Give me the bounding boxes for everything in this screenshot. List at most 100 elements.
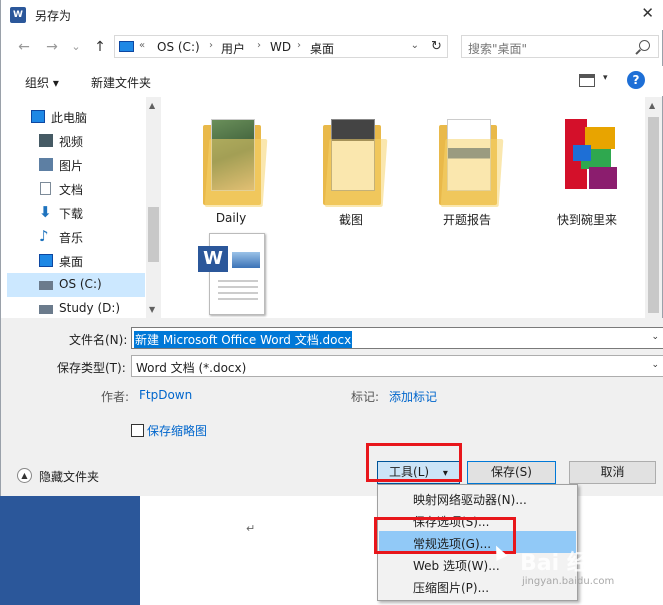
save-as-dialog: W 另存为 ✕ ← → ⌄ ↑ « OS (C:) › 用户 › WD › 桌面… — [0, 0, 663, 496]
filename-field[interactable]: 新建 Microsoft Office Word 文档.docx ⌄ — [131, 327, 663, 349]
nav-item-label: 图片 — [59, 159, 84, 173]
nav-item-music[interactable]: ♪ 音乐 — [7, 225, 145, 249]
up-arrow-icon[interactable]: ↑ — [91, 38, 109, 56]
refresh-icon[interactable]: ↻ — [426, 35, 448, 58]
nav-item-label: 视频 — [59, 135, 84, 149]
address-bar[interactable]: « OS (C:) › 用户 › WD › 桌面 ⌄ — [114, 35, 448, 58]
filename-label: 文件名(N): — [69, 333, 128, 347]
help-icon[interactable]: ? — [627, 71, 645, 89]
scroll-up-arrow-icon[interactable]: ▲ — [649, 101, 655, 110]
file-label: 快到碗里来 — [556, 213, 617, 227]
menu-item-label: Web 选项(W)... — [413, 559, 500, 573]
menu-item-label: 压缩图片(P)... — [413, 581, 490, 595]
back-arrow-icon[interactable]: ← — [15, 38, 33, 56]
folder-front — [324, 139, 388, 207]
chevron-down-icon[interactable]: ⌄ — [651, 360, 659, 370]
forward-arrow-icon[interactable]: → — [43, 38, 61, 56]
breadcrumb-os-c[interactable]: OS (C:) — [157, 40, 200, 54]
organize-button[interactable]: 组织 ▾ — [25, 74, 59, 91]
command-bar: 组织 ▾ 新建文件夹 ▾ ? — [1, 66, 663, 96]
watermark-url: jingyan.baidu.com — [522, 576, 615, 587]
nav-item-label: OS (C:) — [59, 277, 102, 291]
scroll-down-arrow-icon[interactable]: ▼ — [149, 305, 155, 314]
save-thumbnail-checkbox[interactable] — [131, 424, 144, 437]
pictures-icon — [39, 158, 53, 171]
breadcrumb-separator[interactable]: › — [257, 40, 261, 51]
author-label: 作者: — [101, 390, 130, 404]
add-tags-link[interactable]: 添加标记 — [389, 388, 437, 405]
documents-icon — [40, 182, 51, 195]
word-app-icon: W — [10, 7, 26, 23]
word-ribbon-background — [0, 496, 140, 605]
window-title: 另存为 — [35, 9, 72, 23]
menu-item-label: 映射网络驱动器(N)... — [413, 493, 527, 507]
breadcrumb-separator[interactable]: › — [209, 40, 213, 51]
nav-item-label: 文档 — [59, 183, 84, 197]
change-view-icon[interactable] — [579, 74, 595, 87]
scroll-up-arrow-icon[interactable]: ▲ — [149, 101, 155, 110]
recent-locations-icon[interactable]: ⌄ — [67, 38, 85, 56]
scrollbar-thumb[interactable] — [148, 207, 159, 262]
new-folder-button[interactable]: 新建文件夹 — [91, 74, 151, 91]
folder-item-daily[interactable]: Daily — [181, 105, 281, 225]
nav-item-downloads[interactable]: ⬇ 下载 — [7, 201, 145, 225]
annotation-highlight-tools — [366, 443, 462, 482]
view-options-dropdown[interactable]: ▾ — [603, 73, 608, 83]
nav-item-label: 桌面 — [59, 255, 84, 269]
folder-item-proposal[interactable]: 开题报告 — [417, 105, 517, 227]
breadcrumb-desktop[interactable]: 桌面 — [310, 40, 334, 57]
app-item-shortcut[interactable]: 快到碗里来 — [537, 105, 637, 227]
search-icon[interactable] — [639, 40, 650, 51]
drive-d-icon — [39, 305, 53, 314]
folder-item-screenshots[interactable]: 截图 — [301, 105, 401, 227]
drive-c-icon — [39, 281, 53, 290]
breadcrumb-wd[interactable]: WD — [270, 40, 291, 54]
filetype-select[interactable]: Word 文档 (*.docx) ⌄ — [131, 355, 663, 377]
menu-item-map-network-drive[interactable]: 映射网络驱动器(N)... — [379, 487, 576, 509]
file-list-scrollbar[interactable]: ▲ — [645, 97, 662, 318]
music-icon: ♪ — [39, 227, 49, 245]
nav-item-label: Study (D:) — [59, 301, 121, 315]
save-button[interactable]: 保存(S) — [467, 461, 556, 484]
hide-folders-label[interactable]: 隐藏文件夹 — [39, 468, 99, 485]
nav-item-this-pc[interactable]: 此电脑 — [7, 105, 145, 129]
desktop-icon — [39, 254, 53, 267]
breadcrumb-overflow[interactable]: « — [139, 40, 145, 51]
author-value[interactable]: FtpDown — [139, 388, 192, 402]
nav-item-label: 音乐 — [59, 231, 84, 245]
filetype-label: 保存类型(T): — [57, 361, 126, 375]
search-input[interactable]: 搜索"桌面" — [468, 40, 527, 57]
file-list: Daily 截图 开题报告 快到碗里来 W — [161, 97, 661, 318]
chevron-down-icon[interactable]: ⌄ — [411, 40, 419, 51]
scrollbar-thumb[interactable] — [648, 117, 659, 313]
nav-item-pictures[interactable]: 图片 — [7, 153, 145, 177]
close-icon[interactable]: ✕ — [641, 4, 654, 22]
video-icon — [39, 134, 53, 147]
tags-label: 标记: — [351, 390, 380, 404]
filetype-value: Word 文档 (*.docx) — [136, 361, 247, 375]
chevron-up-icon[interactable]: ▲ — [17, 468, 32, 483]
nav-item-label: 此电脑 — [51, 111, 88, 125]
navigation-pane-scrollbar[interactable]: ▲ ▼ — [146, 97, 161, 318]
cancel-button[interactable]: 取消 — [569, 461, 656, 484]
title-bar: W 另存为 ✕ — [1, 0, 663, 30]
filename-input[interactable]: 新建 Microsoft Office Word 文档.docx — [134, 331, 353, 348]
computer-icon — [119, 41, 134, 52]
nav-item-videos[interactable]: 视频 — [7, 129, 145, 153]
search-box[interactable]: 搜索"桌面" — [461, 35, 659, 58]
nav-item-documents[interactable]: 文档 — [7, 177, 145, 201]
save-options-panel: 文件名(N): 新建 Microsoft Office Word 文档.docx… — [1, 318, 663, 496]
nav-item-desktop[interactable]: 桌面 — [7, 249, 145, 273]
folder-front — [204, 139, 268, 207]
save-thumbnail-label[interactable]: 保存缩略图 — [147, 422, 207, 439]
nav-item-study-d[interactable]: Study (D:) — [7, 297, 145, 318]
folder-front — [440, 139, 504, 207]
breadcrumb-separator[interactable]: › — [297, 40, 301, 51]
watermark: Bai 经验 — [520, 551, 611, 576]
file-label: 开题报告 — [442, 213, 491, 227]
chevron-down-icon[interactable]: ⌄ — [651, 332, 659, 342]
breadcrumb-users[interactable]: 用户 — [221, 40, 245, 57]
defrag-app-icon — [555, 119, 621, 195]
navigation-bar: ← → ⌄ ↑ « OS (C:) › 用户 › WD › 桌面 ⌄ ↻ 搜索"… — [1, 30, 663, 64]
nav-item-os-c[interactable]: OS (C:) — [7, 273, 145, 297]
